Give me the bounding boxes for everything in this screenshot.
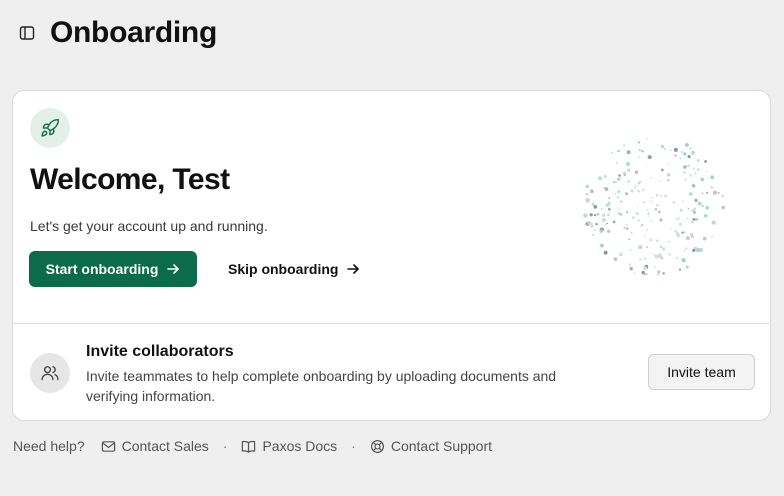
help-footer: Need help? Contact Sales · Paxos Docs · … <box>13 436 492 456</box>
paxos-docs-link[interactable]: Paxos Docs <box>241 438 337 454</box>
contact-support-label: Contact Support <box>390 438 493 454</box>
onboarding-card: Welcome, Test Let's get your account up … <box>12 90 771 421</box>
contact-support-link[interactable]: Contact Support <box>370 438 492 454</box>
welcome-heading: Welcome, Test <box>30 163 230 196</box>
invite-description: Invite teammates to help complete onboar… <box>86 368 557 404</box>
page-title: Onboarding <box>50 16 217 49</box>
start-onboarding-button[interactable]: Start onboarding <box>29 251 197 287</box>
invite-title: Invite collaborators <box>86 343 234 360</box>
users-icon <box>30 353 70 393</box>
mail-icon <box>101 440 115 452</box>
start-onboarding-label: Start onboarding <box>45 261 159 277</box>
footer-separator: · <box>222 438 228 454</box>
skip-onboarding-link[interactable]: Skip onboarding <box>228 251 360 287</box>
arrow-right-icon <box>167 264 180 274</box>
need-help-text: Need help? <box>13 438 85 454</box>
sidebar-panel-icon[interactable] <box>18 24 36 42</box>
lifebuoy-icon <box>370 439 384 453</box>
rocket-icon <box>30 108 70 148</box>
welcome-subtitle: Let's get your account up and running. <box>30 218 268 234</box>
contact-sales-label: Contact Sales <box>121 438 209 454</box>
skip-onboarding-label: Skip onboarding <box>228 261 339 277</box>
welcome-section: Welcome, Test Let's get your account up … <box>13 91 770 324</box>
contact-sales-link[interactable]: Contact Sales <box>101 438 209 454</box>
footer-separator: · <box>351 438 356 454</box>
globe-illustration <box>583 138 725 276</box>
page-header: Onboarding <box>18 14 217 52</box>
paxos-docs-label: Paxos Docs <box>262 438 338 454</box>
book-icon <box>242 440 256 453</box>
arrow-right-icon <box>347 264 360 274</box>
invite-section: Invite collaborators Invite teammates to… <box>13 324 770 420</box>
invite-team-button[interactable]: Invite team <box>648 354 755 390</box>
